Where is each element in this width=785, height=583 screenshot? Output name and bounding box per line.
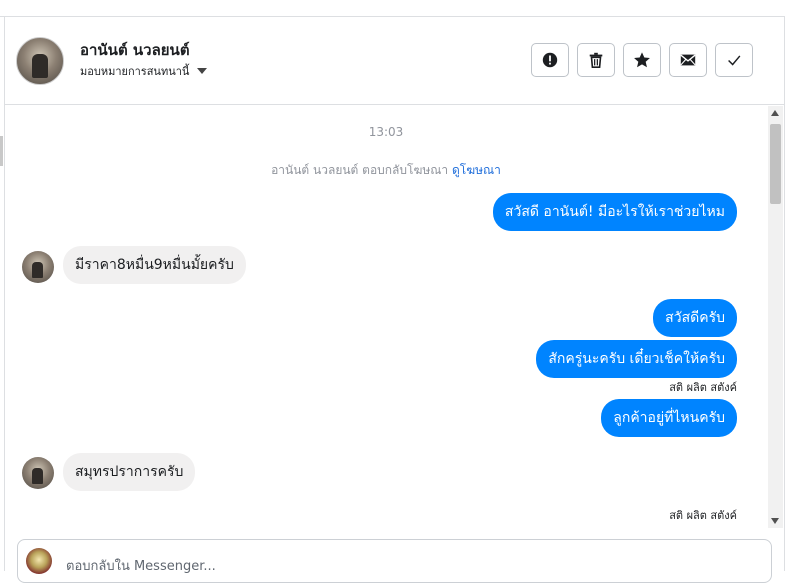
checkmark-icon bbox=[728, 55, 741, 66]
ad-reply-text: อานันต์ นวลยนต์ ตอบกลับโฆษณา bbox=[271, 163, 449, 177]
header-actions bbox=[531, 43, 753, 77]
star-icon bbox=[634, 52, 650, 68]
mark-unread-button[interactable] bbox=[669, 43, 707, 77]
message-bubble-outgoing[interactable]: สักครู่นะครับ เดี๋ยวเช็คให้ครับ bbox=[536, 340, 737, 378]
delete-button[interactable] bbox=[577, 43, 615, 77]
thread-scrollbar[interactable] bbox=[768, 106, 783, 528]
sender-label: สติ ผลิต สตังค์ bbox=[669, 509, 737, 522]
caret-down-icon bbox=[197, 68, 208, 74]
conversation-header: อานันต์ นวลยนต์ มอบหมายการสนทนานี้ bbox=[4, 17, 785, 105]
message-bubble-outgoing[interactable]: สวัสดี อานันต์! มีอะไรให้เราช่วยไหม bbox=[492, 193, 737, 231]
message-thread: 13:03 อานันต์ นวลยนต์ ตอบกลับโฆษณา ดูโฆษ… bbox=[5, 106, 767, 528]
left-edge-marker bbox=[0, 136, 3, 166]
contact-name[interactable]: อานันต์ นวลยนต์ bbox=[80, 38, 190, 62]
mark-spam-button[interactable] bbox=[531, 43, 569, 77]
mark-done-button[interactable] bbox=[715, 43, 753, 77]
contact-avatar-small bbox=[22, 251, 54, 283]
scroll-up-arrow-icon[interactable] bbox=[771, 110, 779, 116]
page-avatar bbox=[26, 548, 52, 574]
scrollbar-thumb[interactable] bbox=[770, 124, 781, 204]
message-composer[interactable]: ตอบกลับใน Messenger... bbox=[17, 539, 772, 583]
contact-avatar-small bbox=[22, 457, 54, 489]
alert-circle-icon bbox=[542, 52, 558, 68]
assign-conversation-dropdown[interactable]: มอบหมายการสนทนานี้ bbox=[80, 62, 208, 80]
sender-label: สติ ผลิต สตังค์ bbox=[669, 381, 737, 394]
star-button[interactable] bbox=[623, 43, 661, 77]
ad-reply-notice: อานันต์ นวลยนต์ ตอบกลับโฆษณา ดูโฆษณา bbox=[5, 161, 767, 180]
view-ad-link[interactable]: ดูโฆษณา bbox=[452, 163, 501, 177]
message-bubble-outgoing[interactable]: ลูกค้าอยู่ที่ไหนครับ bbox=[601, 399, 737, 437]
message-timestamp: 13:03 bbox=[368, 125, 404, 139]
message-bubble-outgoing[interactable]: สวัสดีครับ bbox=[653, 299, 737, 337]
envelope-icon bbox=[680, 54, 696, 66]
message-bubble-incoming[interactable]: สมุทรปราการครับ bbox=[63, 453, 196, 491]
trash-icon bbox=[589, 52, 603, 69]
composer-input[interactable]: ตอบกลับใน Messenger... bbox=[66, 555, 216, 576]
assign-label: มอบหมายการสนทนานี้ bbox=[80, 65, 190, 78]
scroll-down-arrow-icon[interactable] bbox=[771, 518, 779, 524]
message-bubble-incoming[interactable]: มีราคา8หมื่น9หมื่นมั้ยครับ bbox=[63, 246, 246, 284]
contact-avatar[interactable] bbox=[16, 37, 64, 85]
